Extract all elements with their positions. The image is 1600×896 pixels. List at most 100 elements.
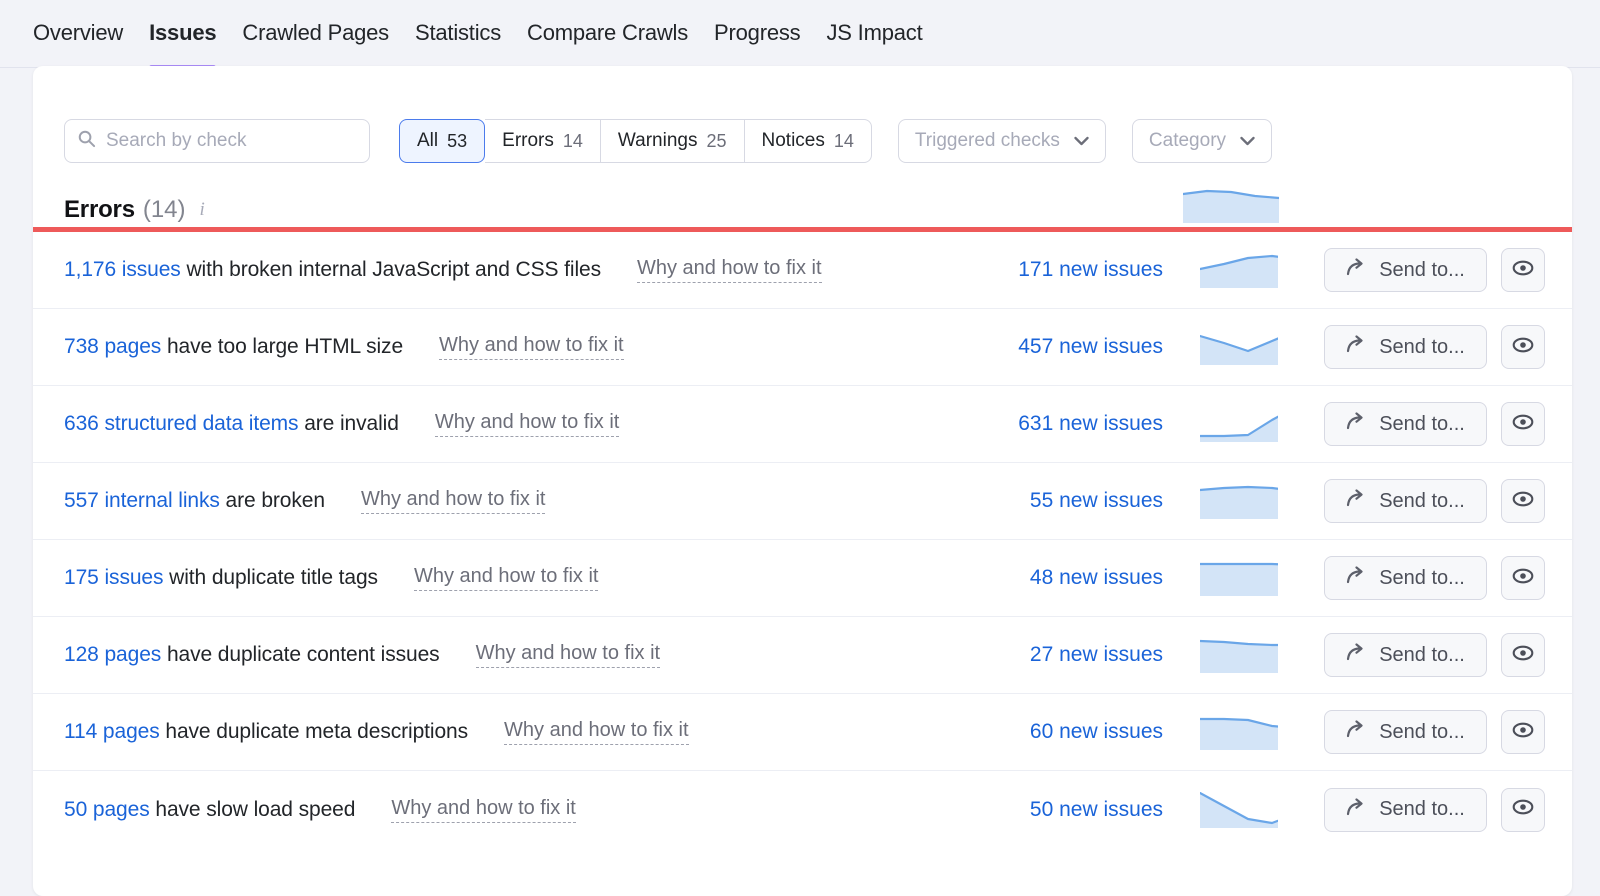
why-and-how-link[interactable]: Why and how to fix it bbox=[435, 411, 620, 437]
search-input-wrapper[interactable] bbox=[64, 119, 370, 163]
sparkline-chart bbox=[1194, 483, 1284, 519]
share-arrow-icon bbox=[1346, 258, 1368, 282]
new-issues-link[interactable]: 27 new issues bbox=[963, 643, 1163, 667]
issues-list: 1,176 issues with broken internal JavaSc… bbox=[33, 232, 1572, 848]
why-and-how-link[interactable]: Why and how to fix it bbox=[439, 334, 624, 360]
issue-count-link[interactable]: 636 structured data items bbox=[64, 412, 298, 435]
send-to-button[interactable]: Send to... bbox=[1324, 402, 1487, 446]
watch-issue-button[interactable] bbox=[1501, 710, 1545, 754]
why-and-how-link[interactable]: Why and how to fix it bbox=[476, 642, 661, 668]
send-to-button[interactable]: Send to... bbox=[1324, 556, 1487, 600]
filter-tab-label: All bbox=[417, 130, 438, 152]
new-issues-link[interactable]: 60 new issues bbox=[963, 720, 1163, 744]
new-issues-link[interactable]: 457 new issues bbox=[963, 335, 1163, 359]
filter-tab-label: Notices bbox=[762, 130, 825, 152]
watch-issue-button[interactable] bbox=[1501, 788, 1545, 832]
issue-description-text: have slow load speed bbox=[150, 798, 356, 821]
why-and-how-link[interactable]: Why and how to fix it bbox=[361, 488, 546, 514]
send-to-label: Send to... bbox=[1379, 413, 1465, 436]
watch-issue-button[interactable] bbox=[1501, 402, 1545, 446]
filter-tab-notices[interactable]: Notices14 bbox=[745, 119, 872, 163]
sparkline-chart bbox=[1194, 560, 1284, 596]
issue-count-link[interactable]: 175 issues bbox=[64, 566, 163, 589]
sparkline-chart bbox=[1194, 406, 1284, 442]
status-filter-group: All53Errors14 Warnings 25 Notices14 bbox=[399, 119, 872, 163]
issue-count-link[interactable]: 557 internal links bbox=[64, 489, 220, 512]
watch-issue-button[interactable] bbox=[1501, 556, 1545, 600]
new-issues-link[interactable]: 50 new issues bbox=[963, 798, 1163, 822]
send-to-button[interactable]: Send to... bbox=[1324, 479, 1487, 523]
share-arrow-icon bbox=[1346, 720, 1368, 744]
why-and-how-link[interactable]: Why and how to fix it bbox=[504, 719, 689, 745]
share-arrow-icon bbox=[1346, 335, 1368, 359]
issue-description-text: are invalid bbox=[298, 412, 398, 435]
chevron-down-icon bbox=[1240, 130, 1255, 152]
send-to-button[interactable]: Send to... bbox=[1324, 710, 1487, 754]
send-to-button[interactable]: Send to... bbox=[1324, 788, 1487, 832]
dropdown-label: Triggered checks bbox=[915, 130, 1060, 152]
watch-issue-button[interactable] bbox=[1501, 325, 1545, 369]
why-and-how-link[interactable]: Why and how to fix it bbox=[637, 257, 822, 283]
nav-tab-statistics[interactable]: Statistics bbox=[415, 0, 501, 70]
watch-issue-button[interactable] bbox=[1501, 248, 1545, 292]
send-to-label: Send to... bbox=[1379, 567, 1465, 590]
sparkline-chart bbox=[1194, 329, 1284, 365]
issue-description: 1,176 issues with broken internal JavaSc… bbox=[64, 258, 601, 282]
nav-tab-issues[interactable]: Issues bbox=[149, 0, 216, 70]
filter-tab-warnings[interactable]: Warnings 25 bbox=[601, 119, 745, 163]
share-arrow-icon bbox=[1346, 566, 1368, 590]
issue-count-link[interactable]: 738 pages bbox=[64, 335, 161, 358]
info-icon[interactable]: i bbox=[200, 199, 205, 221]
nav-tab-progress[interactable]: Progress bbox=[714, 0, 800, 70]
eye-icon bbox=[1511, 567, 1535, 590]
why-and-how-link[interactable]: Why and how to fix it bbox=[414, 565, 599, 591]
new-issues-link[interactable]: 171 new issues bbox=[963, 258, 1163, 282]
send-to-button[interactable]: Send to... bbox=[1324, 633, 1487, 677]
issue-description-text: with broken internal JavaScript and CSS … bbox=[181, 258, 601, 281]
watch-issue-button[interactable] bbox=[1501, 633, 1545, 677]
nav-tab-compare-crawls[interactable]: Compare Crawls bbox=[527, 0, 688, 70]
filter-tab-count: 25 bbox=[706, 131, 726, 152]
issue-row: 128 pages have duplicate content issues … bbox=[33, 617, 1572, 694]
issue-count-link[interactable]: 50 pages bbox=[64, 798, 150, 821]
issue-description-text: with duplicate title tags bbox=[163, 566, 378, 589]
eye-icon bbox=[1511, 336, 1535, 359]
send-to-button[interactable]: Send to... bbox=[1324, 248, 1487, 292]
issue-count-link[interactable]: 128 pages bbox=[64, 643, 161, 666]
dropdown-triggered-checks[interactable]: Triggered checks bbox=[898, 119, 1106, 163]
new-issues-link[interactable]: 631 new issues bbox=[963, 412, 1163, 436]
nav-tab-js-impact[interactable]: JS Impact bbox=[826, 0, 922, 70]
new-issues-link[interactable]: 48 new issues bbox=[963, 566, 1163, 590]
section-title: Errors bbox=[64, 196, 135, 224]
dropdown-category[interactable]: Category bbox=[1132, 119, 1272, 163]
send-to-label: Send to... bbox=[1379, 490, 1465, 513]
filter-tab-errors[interactable]: Errors14 bbox=[485, 119, 601, 163]
issue-description: 738 pages have too large HTML size bbox=[64, 335, 403, 359]
share-arrow-icon bbox=[1346, 412, 1368, 436]
send-to-label: Send to... bbox=[1379, 336, 1465, 359]
watch-issue-button[interactable] bbox=[1501, 479, 1545, 523]
nav-tab-crawled-pages[interactable]: Crawled Pages bbox=[242, 0, 389, 70]
main-navigation: Overview Issues Crawled Pages Statistics Com… bbox=[0, 0, 1600, 68]
send-to-button[interactable]: Send to... bbox=[1324, 325, 1487, 369]
issue-row: 50 pages have slow load speed Why and ho… bbox=[33, 771, 1572, 848]
issues-card: All53Errors14 Warnings 25 Notices14 Trigger… bbox=[33, 66, 1572, 896]
filter-tab-label: Warnings bbox=[618, 130, 698, 152]
issue-description: 128 pages have duplicate content issues bbox=[64, 643, 440, 667]
send-to-label: Send to... bbox=[1379, 721, 1465, 744]
issue-description-text: have duplicate meta descriptions bbox=[160, 720, 468, 743]
search-input[interactable] bbox=[106, 130, 357, 152]
send-to-label: Send to... bbox=[1379, 644, 1465, 667]
new-issues-link[interactable]: 55 new issues bbox=[963, 489, 1163, 513]
nav-tab-overview[interactable]: Overview bbox=[33, 0, 123, 70]
issue-count-link[interactable]: 1,176 issues bbox=[64, 258, 181, 281]
errors-section-header: Errors (14) i bbox=[33, 163, 1572, 227]
filter-toolbar: All53Errors14 Warnings 25 Notices14 Trigger… bbox=[33, 66, 1572, 163]
filter-tab-all[interactable]: All53 bbox=[399, 119, 485, 163]
section-count: (14) bbox=[143, 196, 186, 224]
eye-icon bbox=[1511, 259, 1535, 282]
why-and-how-link[interactable]: Why and how to fix it bbox=[391, 797, 576, 823]
dropdown-label: Category bbox=[1149, 130, 1226, 152]
issue-count-link[interactable]: 114 pages bbox=[64, 720, 160, 743]
issue-row: 557 internal links are broken Why and ho… bbox=[33, 463, 1572, 540]
